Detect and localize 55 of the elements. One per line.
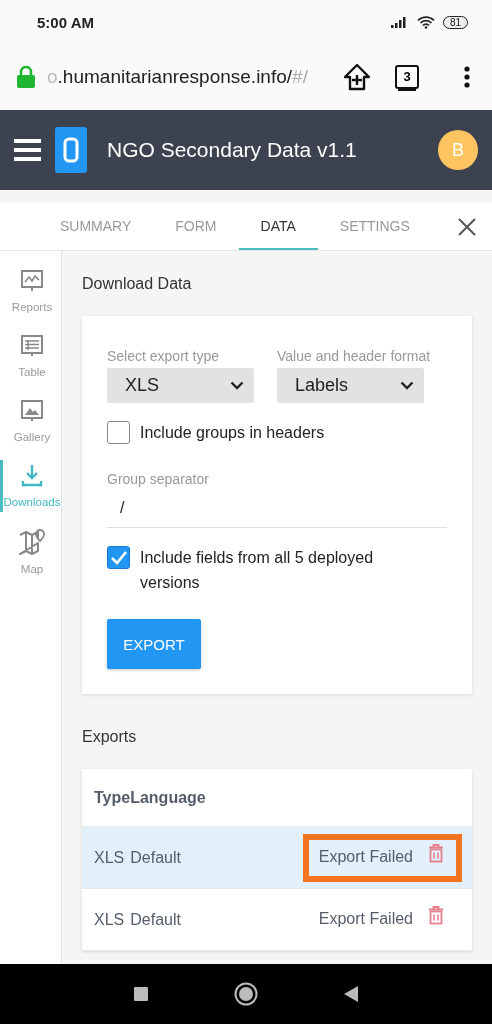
column-header: Type (94, 788, 131, 807)
status-text: Export Failed (318, 847, 413, 866)
section-title: Download Data (82, 275, 193, 293)
sidebar-item[interactable]: Reports (0, 265, 61, 317)
home-icon[interactable] (234, 982, 258, 1006)
more-options-icon[interactable] (464, 66, 470, 88)
status-time: 5:00 AM (37, 13, 94, 31)
tab[interactable]: DATA (238, 203, 318, 250)
field-label: Select export type (107, 348, 221, 364)
close-icon[interactable] (458, 217, 476, 236)
sidebar-item[interactable]: Gallery (0, 395, 61, 447)
table-cell: XLS (94, 848, 125, 867)
battery-indicator: 81 (442, 15, 468, 29)
menu-icon[interactable] (14, 139, 41, 161)
tab[interactable]: SETTINGS (317, 203, 432, 250)
checkbox[interactable] (107, 546, 130, 569)
url-field[interactable]: o.humanitarianresponse.info/#/ (47, 66, 337, 88)
table-cell: Default (130, 848, 181, 867)
section-title: Exports (82, 728, 138, 746)
logo-icon (55, 127, 87, 173)
sidebar-item[interactable]: Downloads (0, 460, 61, 512)
delete-icon[interactable] (428, 906, 444, 925)
checkbox[interactable] (107, 421, 130, 444)
tab[interactable]: FORM (153, 203, 239, 250)
image-icon (20, 399, 44, 423)
checkbox-label: Include fields from all 5 deployed versions (140, 548, 375, 593)
app-title: NGO Secondary Data v1.1 (107, 138, 357, 162)
table-row[interactable]: XLS Default Export Failed (82, 827, 472, 889)
sidebar-item[interactable]: Table (0, 330, 61, 382)
export-button[interactable]: EXPORT (107, 619, 201, 669)
field-label: Group separator (107, 471, 210, 487)
status-text: Export Failed (318, 909, 413, 928)
table-row[interactable]: XLS Default Export Failed (82, 889, 472, 951)
user-avatar[interactable]: B (438, 130, 478, 170)
table-cell: XLS (94, 910, 125, 929)
map-icon (19, 529, 45, 555)
chevron-down-icon (230, 381, 244, 390)
add-to-home-icon[interactable] (343, 63, 371, 91)
download-icon (21, 464, 43, 488)
sidebar-item[interactable]: Map (0, 525, 61, 579)
format-dropdown[interactable]: Labels (277, 368, 424, 403)
table-icon (20, 334, 44, 358)
lock-icon (17, 66, 35, 88)
back-icon[interactable] (344, 986, 358, 1002)
export-type-dropdown[interactable]: XLS (107, 368, 254, 403)
tab[interactable]: SUMMARY (38, 203, 154, 250)
field-label: Value and header format (277, 348, 431, 364)
table-cell: Default (130, 910, 181, 929)
column-header: Language (130, 788, 206, 807)
signal-icon (390, 16, 409, 28)
presentation-chart-icon (20, 269, 44, 293)
wifi-icon (416, 15, 435, 29)
checkbox-label: Include groups in headers (140, 423, 325, 443)
tab-count-button[interactable]: 3 (395, 65, 419, 89)
chevron-down-icon (400, 381, 414, 390)
